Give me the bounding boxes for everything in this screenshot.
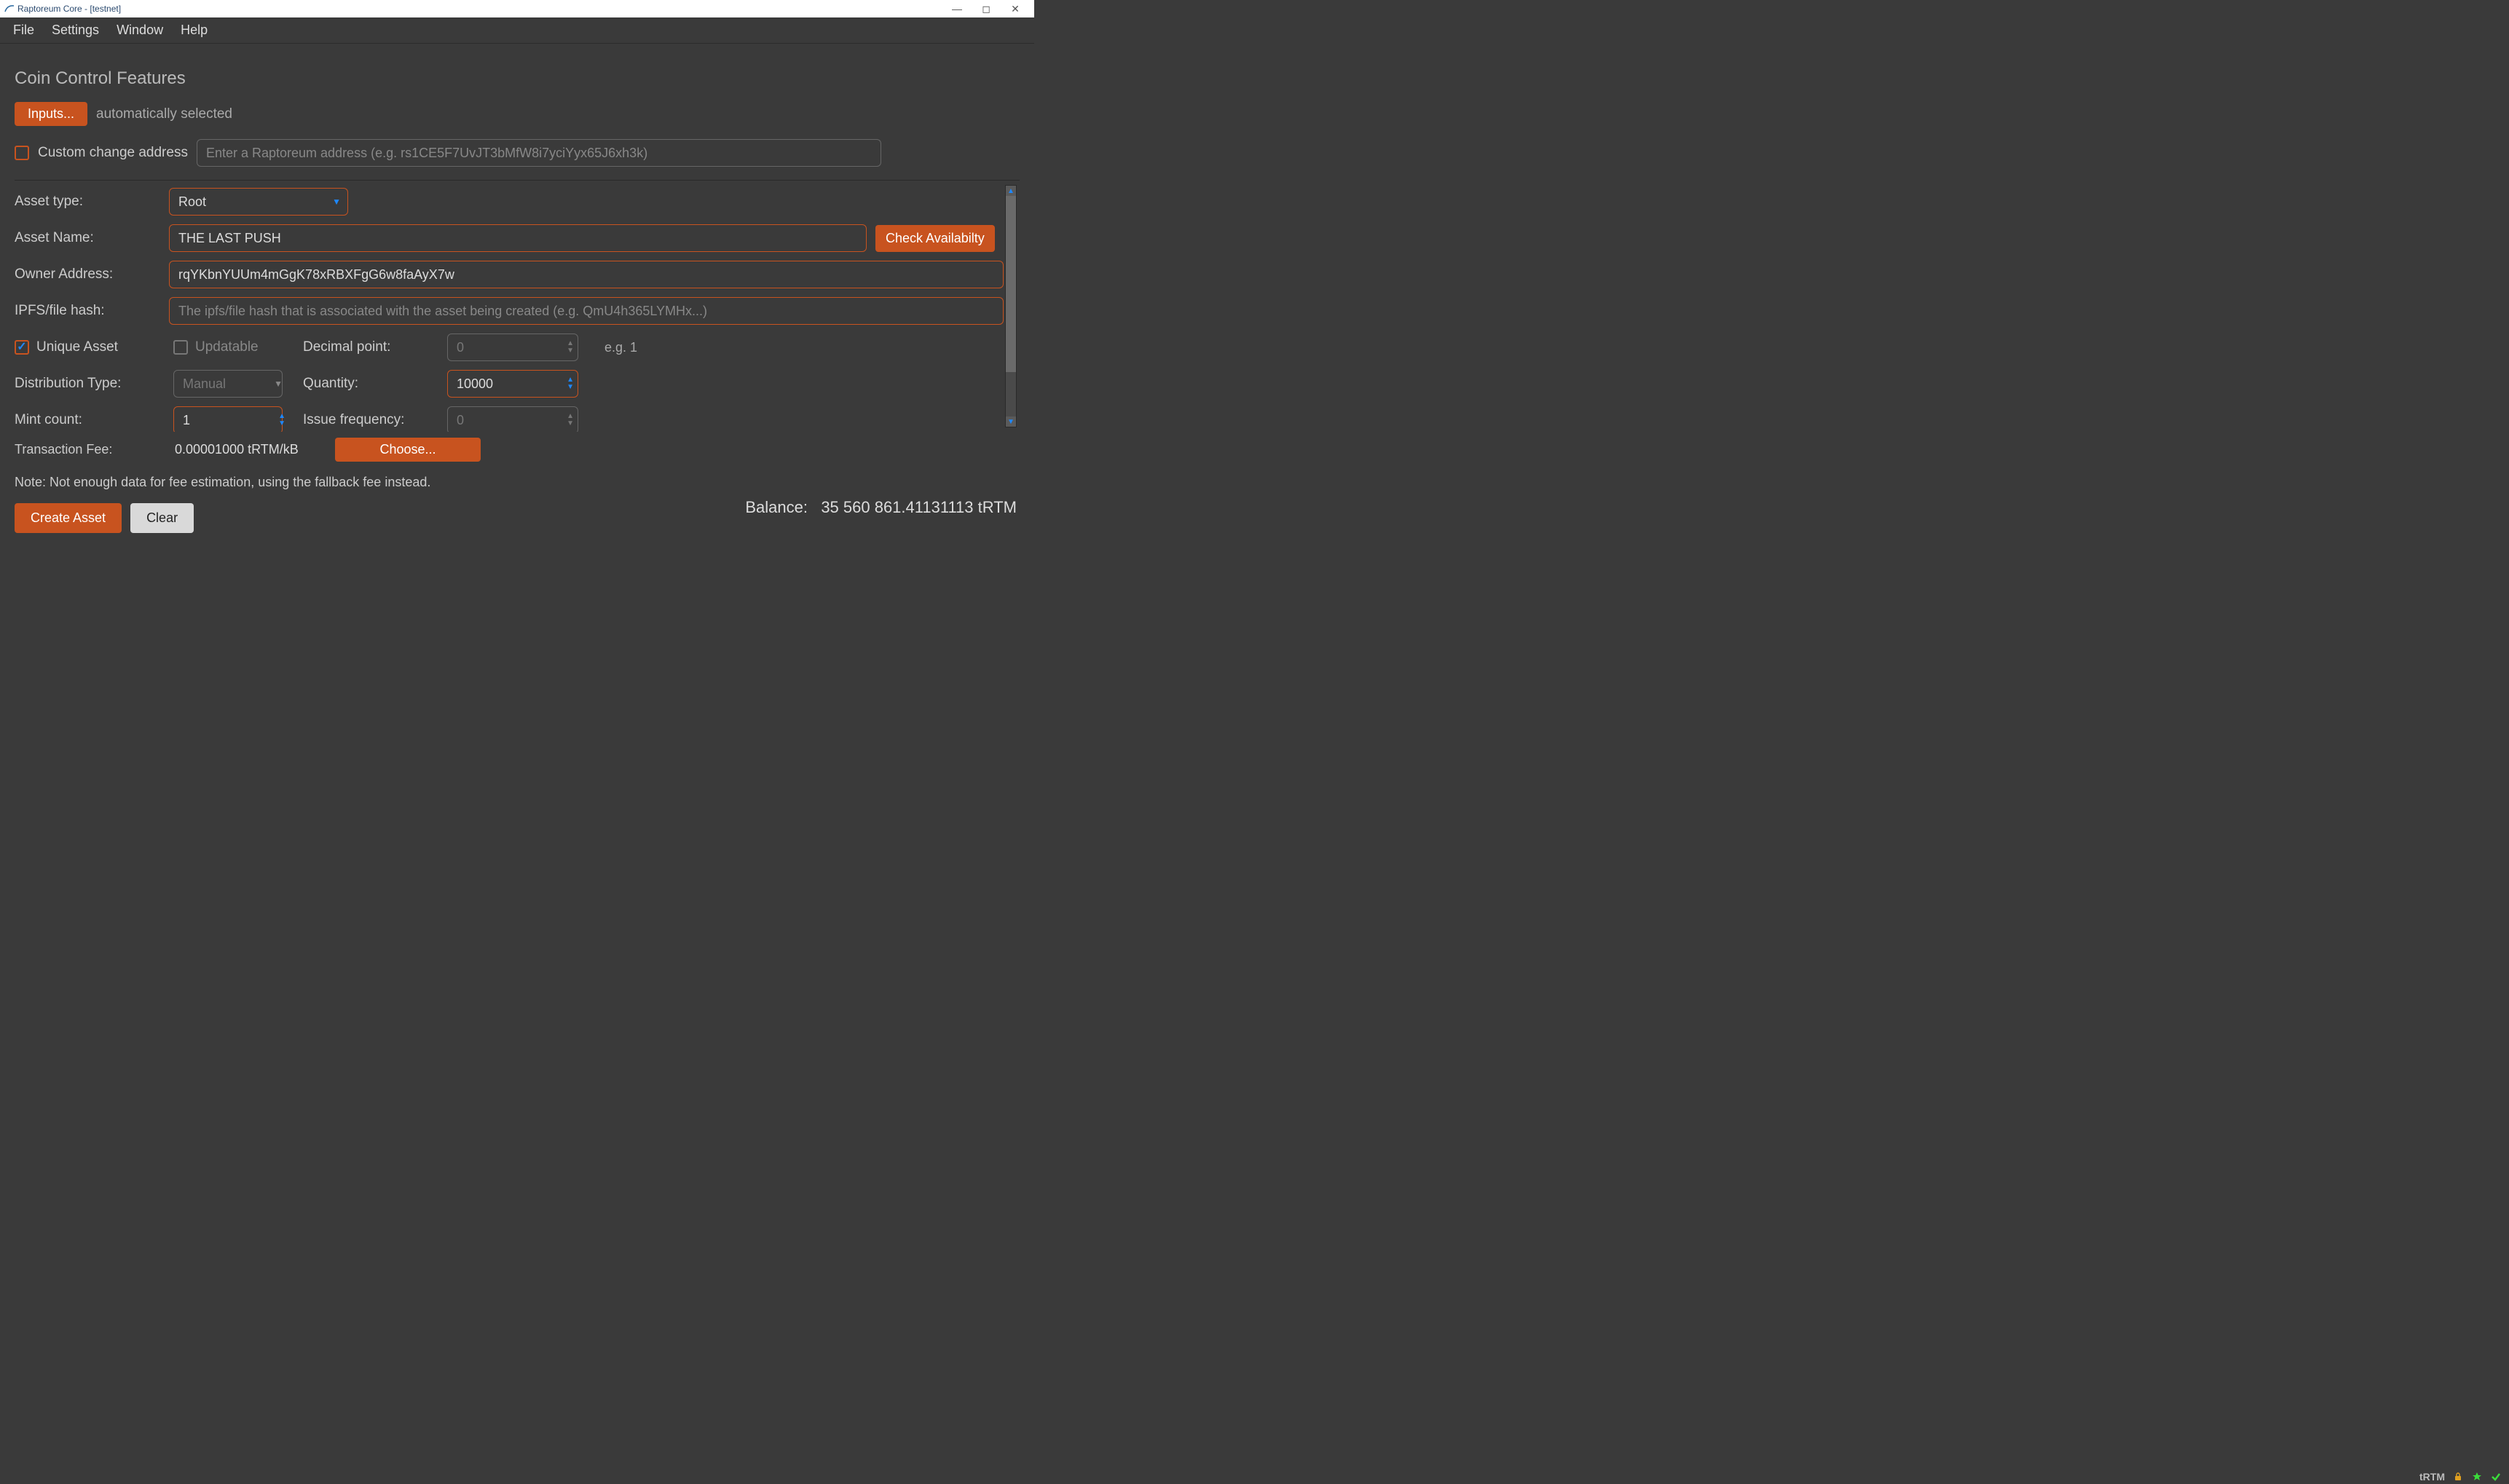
- create-asset-button[interactable]: Create Asset: [15, 503, 122, 533]
- close-button[interactable]: ✕: [1001, 3, 1030, 15]
- quantity-value[interactable]: [447, 370, 578, 398]
- lock-icon[interactable]: [2452, 1471, 2464, 1483]
- check-icon[interactable]: [2490, 1471, 2502, 1483]
- scrollbar-thumb[interactable]: [1006, 196, 1016, 372]
- spinner-down-icon[interactable]: ▼: [278, 420, 285, 427]
- issue-frequency-spinner[interactable]: ▲▼: [447, 406, 578, 432]
- quantity-label: Quantity:: [303, 376, 434, 392]
- distribution-type-select[interactable]: ▼: [173, 370, 290, 398]
- scrollbar-track[interactable]: [1006, 196, 1016, 417]
- form-scroll-area: Asset type: ▼ Asset Name: Check Availabi…: [15, 180, 1020, 432]
- menu-help[interactable]: Help: [172, 20, 216, 41]
- inputs-button[interactable]: Inputs...: [15, 102, 87, 126]
- unique-asset-label: Unique Asset: [36, 339, 118, 355]
- vertical-scrollbar[interactable]: ▲ ▼: [1005, 185, 1017, 427]
- fee-note: Note: Not enough data for fee estimation…: [15, 475, 1020, 490]
- minimize-button[interactable]: —: [942, 3, 972, 15]
- clear-button[interactable]: Clear: [130, 503, 194, 533]
- decimal-point-value[interactable]: [447, 333, 578, 361]
- issue-frequency-label: Issue frequency:: [303, 412, 434, 428]
- asset-name-input[interactable]: [169, 224, 867, 252]
- transaction-fee-value: 0.00001000 tRTM/kB: [175, 442, 320, 457]
- window-title: Raptoreum Core - [testnet]: [17, 4, 121, 14]
- menubar: File Settings Window Help: [0, 17, 1034, 44]
- menu-window[interactable]: Window: [108, 20, 172, 41]
- quantity-spinner[interactable]: ▲▼: [447, 370, 578, 398]
- choose-fee-button[interactable]: Choose...: [335, 438, 481, 462]
- decimal-point-label: Decimal point:: [303, 339, 434, 355]
- menu-settings[interactable]: Settings: [43, 20, 108, 41]
- mint-count-spinner[interactable]: ▲▼: [173, 406, 290, 432]
- asset-type-label: Asset type:: [15, 194, 160, 210]
- asset-type-value[interactable]: [169, 188, 348, 216]
- distribution-type-label: Distribution Type:: [15, 376, 160, 392]
- menu-file[interactable]: File: [4, 20, 43, 41]
- updatable-checkbox[interactable]: [173, 340, 188, 355]
- asset-type-select[interactable]: ▼: [169, 188, 348, 216]
- decimal-hint: e.g. 1: [604, 340, 637, 355]
- updatable-label: Updatable: [195, 339, 259, 355]
- ipfs-label: IPFS/file hash:: [15, 303, 160, 319]
- status-unit: tRTM: [2419, 1471, 2445, 1483]
- owner-address-label: Owner Address:: [15, 267, 160, 283]
- app-icon: [4, 4, 15, 14]
- custom-change-checkbox[interactable]: [15, 146, 29, 160]
- spinner-down-icon[interactable]: ▼: [567, 347, 574, 355]
- issue-frequency-value[interactable]: [447, 406, 578, 432]
- content-area: Coin Control Features Inputs... automati…: [0, 44, 1034, 558]
- star-icon[interactable]: [2471, 1471, 2483, 1483]
- check-availability-button[interactable]: Check Availabilty: [875, 225, 995, 252]
- balance-label: Balance:: [745, 498, 808, 516]
- mint-count-value[interactable]: [173, 406, 283, 432]
- ipfs-input[interactable]: [169, 297, 1004, 325]
- decimal-point-spinner[interactable]: ▲▼: [447, 333, 578, 361]
- auto-selected-label: automatically selected: [96, 106, 232, 122]
- mint-count-label: Mint count:: [15, 412, 160, 428]
- unique-asset-checkbox[interactable]: [15, 340, 29, 355]
- titlebar: Raptoreum Core - [testnet] — ◻ ✕: [0, 0, 1034, 17]
- custom-change-input[interactable]: [197, 139, 881, 167]
- section-title: Coin Control Features: [15, 68, 1020, 89]
- distribution-type-value[interactable]: [173, 370, 283, 398]
- owner-address-input[interactable]: [169, 261, 1004, 288]
- balance-display: Balance: 35 560 861.41131113 tRTM: [745, 498, 1017, 517]
- transaction-fee-label: Transaction Fee:: [15, 442, 160, 457]
- balance-value: 35 560 861.41131113 tRTM: [821, 498, 1017, 516]
- spinner-down-icon[interactable]: ▼: [567, 384, 574, 391]
- asset-name-label: Asset Name:: [15, 230, 160, 246]
- scroll-down-icon[interactable]: ▼: [1006, 417, 1016, 427]
- status-bar: tRTM: [0, 1469, 2509, 1484]
- scroll-up-icon[interactable]: ▲: [1006, 186, 1016, 196]
- spinner-down-icon[interactable]: ▼: [567, 420, 574, 427]
- custom-change-label: Custom change address: [38, 145, 188, 161]
- maximize-button[interactable]: ◻: [972, 3, 1001, 15]
